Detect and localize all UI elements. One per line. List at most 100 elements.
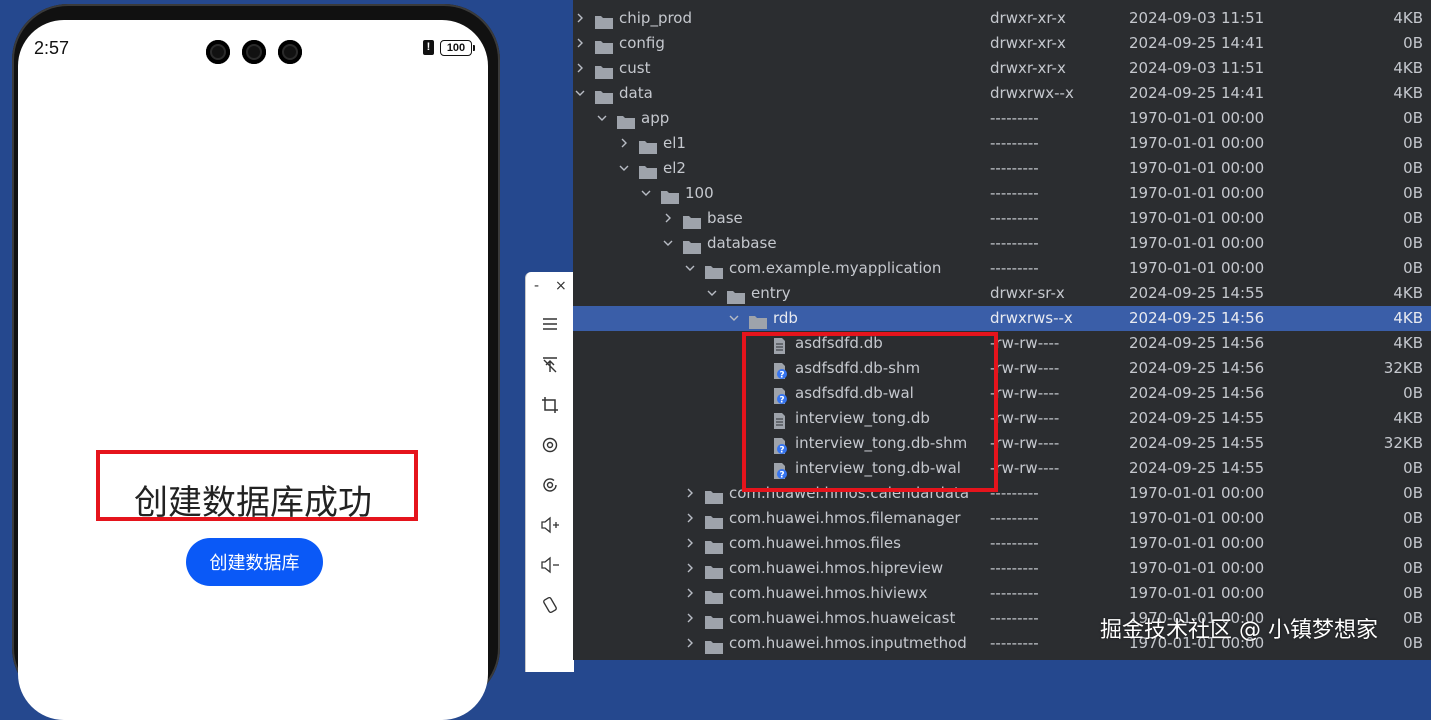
folder-row[interactable]: com.huawei.hmos.hiviewx --------- 1970-01-… xyxy=(573,581,1431,606)
chevron-right-icon[interactable] xyxy=(685,606,695,631)
file-permissions: --------- xyxy=(990,559,1039,577)
folder-row[interactable]: el1 --------- 1970-01-01 00:00 0B xyxy=(573,131,1431,156)
folder-icon xyxy=(727,287,745,304)
highlight-box xyxy=(96,450,418,521)
file-row[interactable]: asdfsdfd.db -rw-rw---- 2024-09-25 14:56 4KB xyxy=(573,331,1431,356)
chevron-down-icon[interactable] xyxy=(707,281,717,306)
folder-row[interactable]: config drwxr-xr-x 2024-09-25 14:41 0B xyxy=(573,31,1431,56)
chevron-right-icon[interactable] xyxy=(619,131,629,156)
folder-row[interactable]: entry drwxr-sr-x 2024-09-25 14:55 4KB xyxy=(573,281,1431,306)
device-file-browser: chip_prod drwxr-xr-x 2024-09-03 11:51 4KB co… xyxy=(573,0,1431,660)
folder-row[interactable]: el2 --------- 1970-01-01 00:00 0B xyxy=(573,156,1431,181)
chevron-right-icon[interactable] xyxy=(575,31,585,56)
chevron-down-icon[interactable] xyxy=(619,156,629,181)
file-row[interactable]: interview_tong.db -rw-rw---- 2024-09-25 14… xyxy=(573,406,1431,431)
file-size: 0B xyxy=(1403,559,1423,577)
file-permissions: -rw-rw---- xyxy=(990,409,1060,427)
volume-up-icon[interactable] xyxy=(526,510,574,540)
status-time: 2:57 xyxy=(34,38,70,58)
file-size: 4KB xyxy=(1393,284,1423,302)
file-size: 0B xyxy=(1403,259,1423,277)
minimize-button[interactable]: - xyxy=(534,278,539,294)
file-row[interactable]: ? asdfsdfd.db-shm -rw-rw---- 2024-09-25 14:… xyxy=(573,356,1431,381)
folder-row[interactable]: com.huawei.hmos.files --------- 1970-01-01… xyxy=(573,531,1431,556)
folder-row[interactable]: chip_prod drwxr-xr-x 2024-09-03 11:51 4KB xyxy=(573,6,1431,31)
file-size: 0B xyxy=(1403,184,1423,202)
folder-icon xyxy=(617,112,635,129)
file-permissions: --------- xyxy=(990,159,1039,177)
file-size: 0B xyxy=(1403,534,1423,552)
rotate-icon[interactable] xyxy=(526,430,574,460)
chevron-down-icon[interactable] xyxy=(729,306,739,331)
folder-row[interactable]: base --------- 1970-01-01 00:00 0B xyxy=(573,206,1431,231)
pin-top-icon[interactable] xyxy=(526,350,574,380)
chevron-down-icon[interactable] xyxy=(663,231,673,256)
phone-screen[interactable]: 2:57 ! 100 创建数据库成功 创建数据库 xyxy=(18,20,488,720)
file-size: 0B xyxy=(1403,609,1423,627)
folder-row[interactable]: cust drwxr-xr-x 2024-09-03 11:51 4KB xyxy=(573,56,1431,81)
crop-icon[interactable] xyxy=(526,390,574,420)
file-size: 0B xyxy=(1403,584,1423,602)
file-permissions: drwxrws--x xyxy=(990,309,1073,327)
volume-down-icon[interactable] xyxy=(526,550,574,580)
file-row[interactable]: ? interview_tong.db-wal -rw-rw---- 2024-09-… xyxy=(573,456,1431,481)
alert-icon: ! xyxy=(423,40,434,55)
file-permissions: drwxr-xr-x xyxy=(990,9,1066,27)
file-date: 1970-01-01 00:00 xyxy=(1129,509,1265,527)
chevron-right-icon[interactable] xyxy=(685,481,695,506)
chevron-right-icon[interactable] xyxy=(685,531,695,556)
file-row[interactable]: ? asdfsdfd.db-wal -rw-rw---- 2024-09-25 14:… xyxy=(573,381,1431,406)
file-size: 0B xyxy=(1403,634,1423,652)
folder-row[interactable]: com.huawei.hmos.filemanager --------- 1970… xyxy=(573,506,1431,531)
create-database-button[interactable]: 创建数据库 xyxy=(186,538,323,586)
file-permissions: drwxr-xr-x xyxy=(990,59,1066,77)
folder-row[interactable]: app --------- 1970-01-01 00:00 0B xyxy=(573,106,1431,131)
folder-icon xyxy=(705,637,723,654)
folder-row[interactable]: database --------- 1970-01-01 00:00 0B xyxy=(573,231,1431,256)
chevron-down-icon[interactable] xyxy=(641,181,651,206)
file-date: 2024-09-25 14:41 xyxy=(1129,34,1265,52)
file-date: 1970-01-01 00:00 xyxy=(1129,134,1265,152)
file-name: com.huawei.hmos.files xyxy=(729,534,901,552)
folder-icon xyxy=(705,587,723,604)
file-size: 0B xyxy=(1403,509,1423,527)
folder-icon xyxy=(661,187,679,204)
file-row[interactable]: ? interview_tong.db-shm -rw-rw---- 2024-09-… xyxy=(573,431,1431,456)
folder-row[interactable]: data drwxrwx--x 2024-09-25 14:41 4KB xyxy=(573,81,1431,106)
camera-icon xyxy=(278,40,302,64)
file-size: 32KB xyxy=(1383,434,1423,452)
chevron-right-icon[interactable] xyxy=(685,556,695,581)
file-size: 0B xyxy=(1403,109,1423,127)
folder-row[interactable]: 100 --------- 1970-01-01 00:00 0B xyxy=(573,181,1431,206)
chevron-right-icon[interactable] xyxy=(575,6,585,31)
chevron-right-icon[interactable] xyxy=(685,581,695,606)
file-name: el2 xyxy=(663,159,686,177)
folder-row[interactable]: com.huawei.hmos.calendardata --------- 197… xyxy=(573,481,1431,506)
file-permissions: drwxr-sr-x xyxy=(990,284,1065,302)
folder-row[interactable]: com.example.myapplication --------- 1970-0… xyxy=(573,256,1431,281)
highlight-box xyxy=(742,332,998,492)
chevron-right-icon[interactable] xyxy=(663,206,673,231)
screenshot-icon[interactable] xyxy=(526,470,574,500)
file-name: rdb xyxy=(773,309,798,327)
file-size: 4KB xyxy=(1393,409,1423,427)
rotate-device-icon[interactable] xyxy=(526,590,574,620)
file-date: 2024-09-03 11:51 xyxy=(1129,9,1265,27)
chevron-right-icon[interactable] xyxy=(685,631,695,656)
file-date: 2024-09-25 14:55 xyxy=(1129,284,1265,302)
file-date: 1970-01-01 00:00 xyxy=(1129,534,1265,552)
file-permissions: -rw-rw---- xyxy=(990,334,1060,352)
chevron-down-icon[interactable] xyxy=(685,256,695,281)
folder-row[interactable]: rdb drwxrws--x 2024-09-25 14:56 4KB xyxy=(573,306,1431,331)
chevron-down-icon[interactable] xyxy=(597,106,607,131)
chevron-right-icon[interactable] xyxy=(575,56,585,81)
folder-icon xyxy=(595,87,613,104)
chevron-right-icon[interactable] xyxy=(685,506,695,531)
file-permissions: --------- xyxy=(990,109,1039,127)
close-button[interactable]: × xyxy=(555,278,567,294)
file-permissions: -rw-rw---- xyxy=(990,459,1060,477)
file-name: com.huawei.hmos.inputmethod xyxy=(729,634,967,652)
chevron-down-icon[interactable] xyxy=(575,81,585,106)
folder-row[interactable]: com.huawei.hmos.hipreview --------- 1970-0… xyxy=(573,556,1431,581)
menu-icon[interactable] xyxy=(526,309,574,339)
